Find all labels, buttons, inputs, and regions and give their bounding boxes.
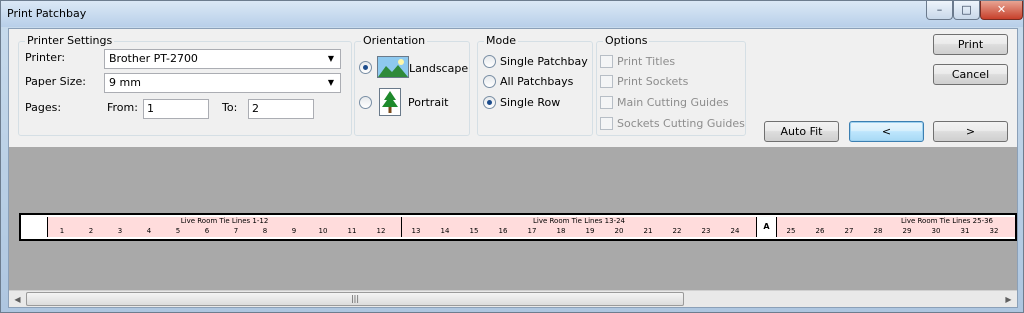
print-sockets-label: Print Sockets xyxy=(617,75,689,88)
next-page-button[interactable]: > xyxy=(933,121,1008,142)
socket-number: 13 xyxy=(411,227,421,235)
printer-settings-label: Printer Settings xyxy=(25,34,115,47)
socket-number: 9 xyxy=(291,227,297,235)
socket-number: 15 xyxy=(469,227,479,235)
label-section-3: Live Room Tie Lines 25-36 25 26 27 28 29… xyxy=(776,217,1015,237)
socket-number: 20 xyxy=(614,227,624,235)
printer-label: Printer: xyxy=(25,51,66,64)
socket-number: 29 xyxy=(902,227,912,235)
socket-number: 21 xyxy=(643,227,653,235)
settings-panel: Printer Settings Printer: Brother PT-270… xyxy=(9,29,1017,147)
horizontal-scrollbar[interactable]: ◀ ||| ▶ xyxy=(9,290,1017,307)
orientation-group: Orientation xyxy=(354,34,470,136)
to-page-input[interactable]: 2 xyxy=(248,99,314,119)
socket-number: 25 xyxy=(786,227,796,235)
maximize-button[interactable]: □ xyxy=(953,1,980,20)
from-page-input[interactable]: 1 xyxy=(143,99,209,119)
socket-number: 11 xyxy=(347,227,357,235)
socket-number: 10 xyxy=(318,227,328,235)
section-title: Live Room Tie Lines 1-12 xyxy=(180,217,269,225)
mode-label: Mode xyxy=(484,34,518,47)
socket-number: 12 xyxy=(376,227,386,235)
single-row-label: Single Row xyxy=(500,96,561,109)
sockets-cutting-guides-label: Sockets Cutting Guides xyxy=(617,117,745,130)
socket-number: 32 xyxy=(989,227,999,235)
landscape-icon xyxy=(377,56,409,78)
paper-size-label: Paper Size: xyxy=(25,75,86,88)
previous-page-button[interactable]: < xyxy=(849,121,924,142)
socket-number: 27 xyxy=(844,227,854,235)
printer-value: Brother PT-2700 xyxy=(109,52,198,65)
socket-number: 31 xyxy=(960,227,970,235)
socket-number: 26 xyxy=(815,227,825,235)
landscape-label: Landscape xyxy=(409,62,469,75)
scroll-left-arrow-icon[interactable]: ◀ xyxy=(9,291,26,308)
close-button[interactable]: ✕ xyxy=(980,1,1023,20)
minimize-button[interactable]: – xyxy=(926,1,953,20)
orientation-label: Orientation xyxy=(361,34,428,47)
socket-number: 16 xyxy=(498,227,508,235)
socket-number: 2 xyxy=(88,227,94,235)
socket-number: 28 xyxy=(873,227,883,235)
section-title: Live Room Tie Lines 13-24 xyxy=(532,217,625,225)
single-patchbay-label: Single Patchbay xyxy=(500,55,588,68)
print-titles-label: Print Titles xyxy=(617,55,676,68)
print-patchbay-window: Print Patchbay – □ ✕ Printer Settings Pr… xyxy=(0,0,1024,313)
landscape-radio[interactable] xyxy=(359,61,372,74)
all-patchbays-radio[interactable] xyxy=(483,75,496,88)
scroll-thumb[interactable]: ||| xyxy=(26,292,684,306)
print-sockets-checkbox[interactable] xyxy=(600,75,613,88)
socket-number: 23 xyxy=(701,227,711,235)
printer-select[interactable]: Brother PT-2700 ▼ xyxy=(104,49,341,69)
single-row-radio[interactable] xyxy=(483,96,496,109)
dialog-client-area: Printer Settings Printer: Brother PT-270… xyxy=(8,28,1018,308)
portrait-tree-icon xyxy=(379,88,401,116)
label-section-1: Live Room Tie Lines 1-12 1 2 3 4 5 6 7 8… xyxy=(47,217,401,237)
socket-number: 1 xyxy=(59,227,65,235)
chevron-down-icon: ▼ xyxy=(327,54,335,63)
socket-number: 3 xyxy=(117,227,123,235)
auto-fit-button[interactable]: Auto Fit xyxy=(764,121,839,142)
main-cutting-guides-checkbox[interactable] xyxy=(600,96,613,109)
socket-number: 6 xyxy=(204,227,210,235)
print-titles-checkbox[interactable] xyxy=(600,55,613,68)
print-button[interactable]: Print xyxy=(933,34,1008,55)
socket-number: 24 xyxy=(730,227,740,235)
paper-size-value: 9 mm xyxy=(109,76,141,89)
print-preview-area: Live Room Tie Lines 1-12 1 2 3 4 5 6 7 8… xyxy=(9,147,1017,290)
label-section-2: Live Room Tie Lines 13-24 13 14 15 16 17… xyxy=(401,217,756,237)
socket-number: 4 xyxy=(146,227,152,235)
options-label: Options xyxy=(603,34,650,47)
window-title: Print Patchbay xyxy=(7,7,87,20)
portrait-radio[interactable] xyxy=(359,96,372,109)
from-label: From: xyxy=(107,101,138,114)
socket-number: 22 xyxy=(672,227,682,235)
grip-icon: ||| xyxy=(350,294,360,303)
portrait-label: Portrait xyxy=(408,96,449,109)
socket-number: 19 xyxy=(585,227,595,235)
socket-number: 14 xyxy=(440,227,450,235)
section-title: Live Room Tie Lines 25-36 xyxy=(900,217,993,225)
socket-number: 17 xyxy=(527,227,537,235)
chevron-down-icon: ▼ xyxy=(327,78,335,87)
scroll-right-arrow-icon[interactable]: ▶ xyxy=(1000,291,1017,308)
patchbay-label-strip: Live Room Tie Lines 1-12 1 2 3 4 5 6 7 8… xyxy=(19,213,1017,241)
sockets-cutting-guides-checkbox[interactable] xyxy=(600,117,613,130)
cancel-button[interactable]: Cancel xyxy=(933,64,1008,85)
main-cutting-guides-label: Main Cutting Guides xyxy=(617,96,729,109)
socket-number: 5 xyxy=(175,227,181,235)
socket-number: 8 xyxy=(262,227,268,235)
socket-number: 30 xyxy=(931,227,941,235)
single-patchbay-radio[interactable] xyxy=(483,55,496,68)
to-label: To: xyxy=(222,101,238,114)
socket-number: 18 xyxy=(556,227,566,235)
title-bar[interactable]: Print Patchbay – □ ✕ xyxy=(1,1,1023,27)
socket-number: 7 xyxy=(233,227,239,235)
pages-label: Pages: xyxy=(25,101,62,114)
all-patchbays-label: All Patchbays xyxy=(500,75,574,88)
paper-size-select[interactable]: 9 mm ▼ xyxy=(104,73,341,93)
